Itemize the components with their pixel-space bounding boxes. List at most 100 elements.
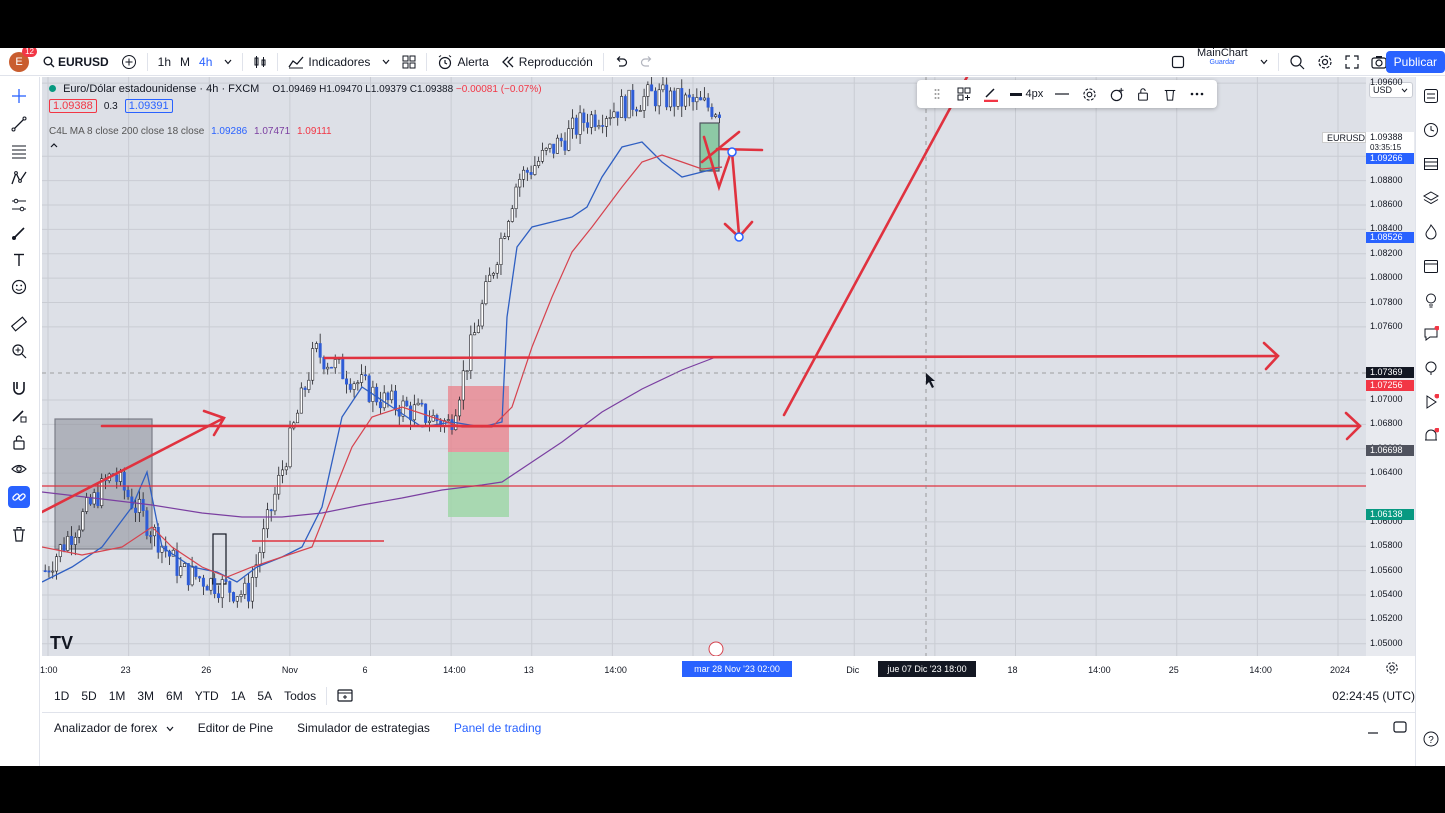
publish-button[interactable]: Publicar (1385, 51, 1445, 73)
minimize-panel-button[interactable] (1367, 723, 1379, 738)
text-tool[interactable] (8, 249, 30, 271)
range-1m[interactable]: 1M (103, 689, 132, 703)
alert-button[interactable]: Alerta (431, 48, 494, 76)
indicators-dropdown[interactable] (376, 48, 396, 76)
range-3m[interactable]: 3M (131, 689, 160, 703)
handle-point-2[interactable] (734, 232, 744, 242)
chats-button[interactable] (1420, 323, 1442, 345)
tab-strategy-tester[interactable]: Simulador de estrategias (285, 721, 442, 735)
measure-tool[interactable] (8, 313, 30, 335)
more-options-button[interactable] (1184, 83, 1211, 105)
range-1a[interactable]: 1A (225, 689, 252, 703)
small-range-box[interactable] (699, 122, 720, 172)
range-1d[interactable]: 1D (48, 689, 75, 703)
symbol-search[interactable]: EURUSD (37, 48, 115, 76)
watchlist-button[interactable] (1420, 85, 1442, 107)
forecast-tool[interactable] (8, 194, 30, 216)
ma-indicator-legend[interactable]: C4L MA 8 close 200 close 18 close 1.0928… (49, 126, 332, 151)
object-tree-button[interactable] (1420, 187, 1442, 209)
handle-point-1[interactable] (727, 147, 737, 157)
crosshair-tool[interactable] (8, 85, 30, 107)
streams-button[interactable] (1420, 391, 1442, 413)
time-axis[interactable]: 1:002326Nov614:001314:002014:00Dic14:001… (40, 656, 1415, 682)
projection-line[interactable] (782, 77, 969, 417)
data-window-button[interactable] (1420, 153, 1442, 175)
range-box[interactable] (54, 418, 153, 550)
undo-button[interactable] (608, 48, 634, 76)
range-ytd[interactable]: YTD (189, 689, 225, 703)
utc-clock[interactable]: 02:24:45 (UTC) (1332, 689, 1415, 703)
line-style-button[interactable] (1049, 83, 1076, 105)
line-color-button[interactable] (977, 83, 1004, 105)
replay-button[interactable]: Reproducción (495, 48, 599, 76)
pattern-tool[interactable] (8, 167, 30, 189)
line-width-button[interactable]: 4px (1004, 83, 1048, 105)
signals-button[interactable] (1420, 357, 1442, 379)
resistance-arrow-line[interactable] (323, 354, 1279, 360)
chart-canvas[interactable]: TV (42, 77, 1366, 656)
event-marker[interactable] (708, 641, 724, 656)
timeframe-dropdown[interactable] (218, 48, 238, 76)
buy-price-button[interactable]: 1.09391 (124, 99, 173, 113)
notifications-button[interactable] (1420, 425, 1442, 447)
brush-tool[interactable] (8, 222, 30, 244)
small-arrow-tick[interactable] (715, 147, 764, 152)
lock-drawing-button[interactable] (1130, 83, 1157, 105)
down-arrow-line[interactable] (730, 150, 741, 237)
range-5a[interactable]: 5A (251, 689, 278, 703)
range-6m[interactable]: 6M (160, 689, 189, 703)
fullscreen-button[interactable] (1339, 48, 1365, 76)
lock-drawings-tool[interactable] (8, 431, 30, 453)
hotlists-button[interactable] (1420, 221, 1442, 243)
user-avatar[interactable]: E 12 (9, 48, 37, 72)
add-alert-button[interactable] (1103, 83, 1130, 105)
stay-drawing-tool[interactable] (8, 404, 30, 426)
chart-type-button[interactable] (247, 48, 273, 76)
layout-name-button[interactable]: MainChart Guardar (1191, 48, 1254, 76)
remove-drawings-tool[interactable] (8, 523, 30, 545)
range-5d[interactable]: 5D (75, 689, 102, 703)
layout-dropdown[interactable] (1254, 48, 1274, 76)
settings-button[interactable] (1311, 48, 1339, 76)
sync-drawings-tool[interactable] (8, 486, 30, 508)
tab-trading-panel[interactable]: Panel de trading (442, 721, 553, 735)
indicators-button[interactable]: Indicadores (282, 48, 376, 76)
redo-button[interactable] (634, 48, 660, 76)
hide-drawings-tool[interactable] (8, 458, 30, 480)
collapse-legend-icon[interactable] (49, 140, 332, 151)
fib-tool[interactable] (8, 140, 30, 162)
long-position-profit-zone[interactable] (448, 452, 509, 517)
zoom-tool[interactable] (8, 340, 30, 362)
candle-body (691, 96, 695, 103)
range-all[interactable]: Todos (278, 689, 322, 703)
ideas-button[interactable] (1420, 289, 1442, 311)
timeframe-m[interactable]: M (177, 48, 193, 76)
timeframe-1h[interactable]: 1h (152, 48, 177, 76)
candle-body (205, 586, 209, 591)
layout-checkbox[interactable] (1165, 48, 1191, 76)
templates-button[interactable] (396, 48, 422, 76)
magnet-tool[interactable] (8, 377, 30, 399)
sell-price-button[interactable]: 1.09388 (49, 99, 97, 113)
candle-body (126, 489, 130, 498)
chart-pane[interactable]: TV Euro/Dólar estadounidense · 4h · FXCM… (42, 77, 1366, 656)
goto-date-button[interactable] (337, 688, 353, 705)
templates-button[interactable] (950, 83, 977, 105)
maximize-panel-button[interactable] (1393, 721, 1407, 736)
drag-handle[interactable] (923, 83, 950, 105)
tab-forex-screener[interactable]: Analizador de forex (42, 721, 186, 735)
help-button[interactable]: ? (1420, 728, 1442, 750)
trend-line-tool[interactable] (8, 113, 30, 135)
price-axis[interactable]: USD 1.096001.090001.088001.086001.084001… (1322, 77, 1415, 656)
axis-settings-button[interactable] (1385, 661, 1399, 677)
tab-pine-editor[interactable]: Editor de Pine (186, 721, 285, 735)
timeframe-4h[interactable]: 4h (193, 48, 218, 76)
calendar-button[interactable] (1420, 255, 1442, 277)
alerts-button[interactable] (1420, 119, 1442, 141)
delete-drawing-button[interactable] (1157, 83, 1184, 105)
quick-search-button[interactable] (1283, 48, 1311, 76)
symbol-title[interactable]: Euro/Dólar estadounidense · 4h · FXCM (63, 83, 259, 95)
emoji-tool[interactable] (8, 276, 30, 298)
compare-symbol-button[interactable] (115, 48, 143, 76)
drawing-settings-button[interactable] (1076, 83, 1103, 105)
